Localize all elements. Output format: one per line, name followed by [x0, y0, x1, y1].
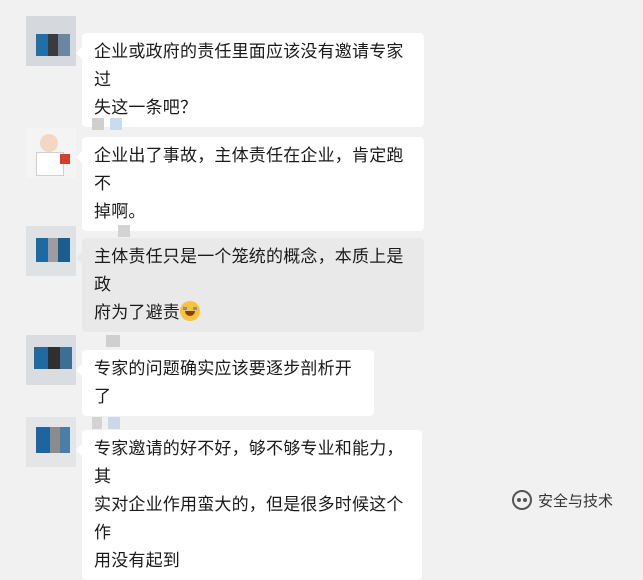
message-line: 企业出了事故，主体责任在企业，肯定跑不	[94, 146, 404, 194]
message-bubble[interactable]: 企业或政府的责任里面应该没有邀请专家过 失这一条吧？	[76, 33, 424, 127]
wechat-icon	[512, 490, 532, 510]
sender-name-blurred	[118, 222, 136, 237]
laugh-cry-emoji-icon	[180, 301, 200, 321]
message-bubble[interactable]: 专家邀请的好不好，够不够专业和能力，其 实对企业作用蛮大的，但是很多时候这个作 …	[76, 430, 422, 580]
message-line: 企业或政府的责任里面应该没有邀请专家过	[94, 42, 404, 90]
watermark-text: 安全与技术	[538, 492, 614, 510]
avatar[interactable]	[26, 16, 76, 66]
message-line-with-emoji: 府为了避责	[94, 299, 412, 327]
sender-name-blurred	[92, 414, 126, 429]
watermark: 安全与技术	[512, 489, 613, 511]
message-line: 府为了避责	[94, 303, 180, 323]
message-bubble[interactable]: 企业出了事故，主体责任在企业，肯定跑不 掉啊。	[76, 137, 424, 231]
message-line: 专家邀请的好不好，够不够专业和能力，其	[94, 439, 404, 487]
message-line: 用没有起到	[94, 551, 180, 571]
message-line: 掉啊。	[94, 202, 146, 222]
message-line: 主体责任只是一个笼统的概念，本质上是政	[94, 247, 404, 295]
message-line: 专家的问题确实应该要逐步剖析开了	[94, 359, 352, 407]
avatar[interactable]	[26, 128, 76, 178]
sender-name-blurred	[106, 332, 126, 347]
avatar[interactable]	[26, 226, 76, 276]
sender-name-blurred	[92, 115, 128, 130]
message-bubble[interactable]: 主体责任只是一个笼统的概念，本质上是政 府为了避责	[76, 238, 424, 332]
message-bubble[interactable]: 专家的问题确实应该要逐步剖析开了	[76, 350, 374, 416]
avatar[interactable]	[26, 417, 76, 467]
message-line: 失这一条吧？	[94, 98, 198, 118]
message-line: 实对企业作用蛮大的，但是很多时候这个作	[94, 495, 404, 543]
avatar[interactable]	[26, 335, 76, 385]
